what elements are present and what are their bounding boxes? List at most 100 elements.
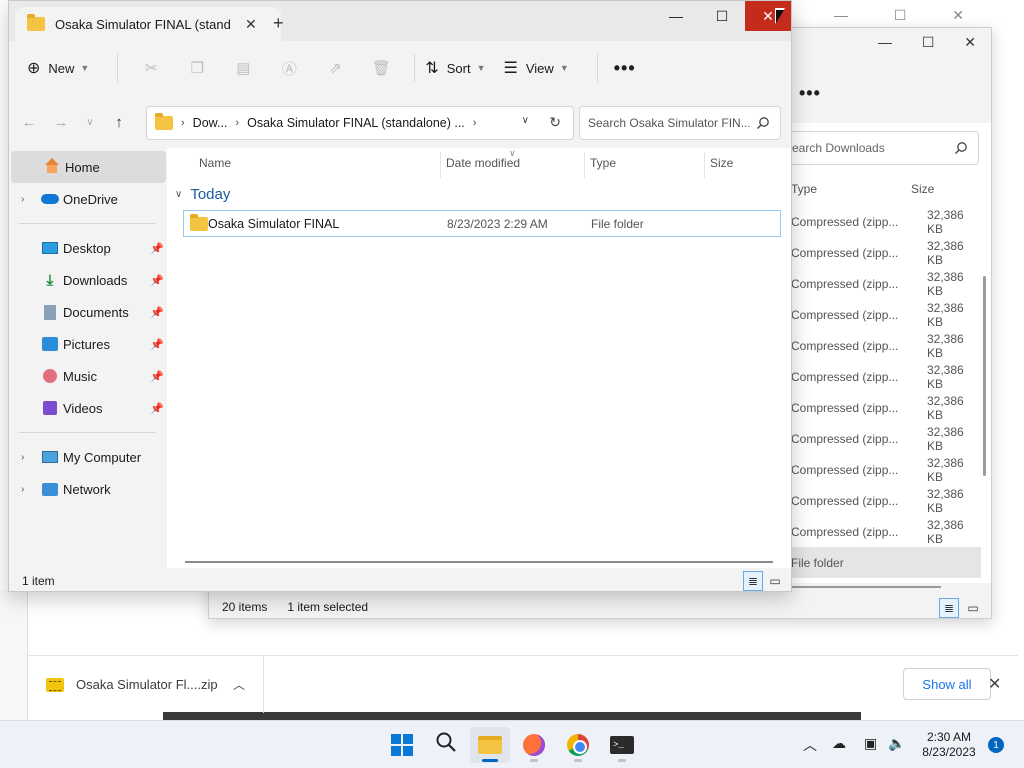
download-item[interactable]: Osaka Simulator Fl....zip ︿ <box>28 656 264 713</box>
volume-icon[interactable]: 🔈 <box>888 735 905 752</box>
taskbar-firefox[interactable] <box>514 727 554 763</box>
minimize-icon[interactable]: — <box>878 34 892 50</box>
close-shelf-icon[interactable]: ✕ <box>988 674 1001 694</box>
column-header-size[interactable]: Size <box>710 156 733 170</box>
table-row[interactable]: Compressed (zipp... 32,386 KB <box>791 361 981 392</box>
downloads-rows: Compressed (zipp... 32,386 KB Compressed … <box>791 206 981 578</box>
maximize-button[interactable]: ☐ <box>699 1 745 31</box>
more-options-button[interactable]: ••• <box>614 58 636 79</box>
tiles-view-icon[interactable]: ▭ <box>963 598 983 618</box>
column-header-date-modified[interactable]: Date modified <box>446 156 520 170</box>
table-row-selected[interactable]: File folder <box>791 547 981 578</box>
table-row[interactable]: Compressed (zipp... 32,386 KB <box>791 268 981 299</box>
breadcrumb-current[interactable]: Osaka Simulator FINAL (standalone) ... <box>247 116 465 130</box>
address-bar[interactable]: › Dow... › Osaka Simulator FINAL (standa… <box>146 106 574 140</box>
search-icon <box>756 116 770 133</box>
file-type: File folder <box>591 216 644 231</box>
table-row[interactable]: Compressed (zipp... 32,386 KB <box>791 299 981 330</box>
paste-icon[interactable]: ▤ <box>232 57 254 79</box>
downloads-search-input[interactable]: earch Downloads <box>783 131 979 165</box>
show-hidden-icons-chevron-icon[interactable]: ︿ <box>803 735 817 755</box>
view-button[interactable]: ☰ View ▼ <box>504 58 569 78</box>
chevron-up-icon[interactable]: ︿ <box>233 676 245 693</box>
sidebar-item-label: Network <box>63 481 111 497</box>
sidebar-item-home[interactable]: Home <box>11 151 166 183</box>
details-view-icon[interactable]: ≣ <box>743 571 763 591</box>
table-row[interactable]: Compressed (zipp... 32,386 KB <box>791 516 981 547</box>
delete-icon[interactable]: 🗑 <box>370 57 392 79</box>
sidebar-item-downloads[interactable]: ⤓ Downloads 📌 <box>9 264 166 296</box>
table-row[interactable]: Compressed (zipp... 32,386 KB <box>791 237 981 268</box>
sidebar-item-label: Documents <box>63 304 129 320</box>
start-button[interactable] <box>382 727 422 763</box>
column-divider[interactable] <box>584 152 585 178</box>
share-icon[interactable]: ⇗ <box>324 57 346 79</box>
table-row[interactable]: Compressed (zipp... 32,386 KB <box>791 392 981 423</box>
more-options-icon[interactable]: ••• <box>799 83 821 104</box>
horizontal-scrollbar[interactable] <box>769 586 941 588</box>
breadcrumb-downloads[interactable]: Dow... <box>193 116 228 130</box>
refresh-icon[interactable]: ↻ <box>549 114 561 131</box>
close-icon[interactable]: ✕ <box>964 34 976 51</box>
browser-close-icon[interactable]: ✕ <box>952 7 964 24</box>
new-tab-button[interactable]: + <box>273 13 284 34</box>
search-input[interactable]: Search Osaka Simulator FIN... <box>579 106 781 140</box>
sidebar-item-videos[interactable]: Videos 📌 <box>9 392 166 424</box>
clock[interactable]: 2:30 AM 8/23/2023 <box>920 730 978 760</box>
column-divider[interactable] <box>704 152 705 178</box>
back-arrow-icon[interactable]: ← <box>13 114 45 131</box>
sidebar-item-pictures[interactable]: Pictures 📌 <box>9 328 166 360</box>
address-dropdown-icon[interactable]: ∨ <box>522 115 529 126</box>
table-row[interactable]: Compressed (zipp... 32,386 KB <box>791 423 981 454</box>
taskbar-chrome[interactable] <box>558 727 598 763</box>
column-header-type[interactable]: Type <box>590 156 616 170</box>
table-row[interactable]: Compressed (zipp... 32,386 KB <box>791 206 981 237</box>
notification-badge[interactable]: 1 <box>988 737 1004 753</box>
explorer-window[interactable]: Osaka Simulator FINAL (stand ✕ + — ☐ ✕ ⊕… <box>8 0 792 592</box>
taskbar-terminal[interactable]: >_ <box>602 727 642 763</box>
browser-minimize-icon[interactable]: — <box>834 7 848 23</box>
details-view-icon[interactable]: ≣ <box>939 598 959 618</box>
table-row[interactable]: Compressed (zipp... 32,386 KB <box>791 485 981 516</box>
group-header-today[interactable]: ∨ Today <box>175 186 230 203</box>
maximize-icon[interactable]: ☐ <box>922 34 935 51</box>
sidebar-item-documents[interactable]: Documents 📌 <box>9 296 166 328</box>
taskbar-file-explorer[interactable] <box>470 727 510 763</box>
column-header-name[interactable]: Name <box>199 156 231 170</box>
taskbar-search-button[interactable] <box>426 727 466 763</box>
cut-icon[interactable]: ✂ <box>140 57 162 79</box>
network-status-icon[interactable]: ▣ <box>864 735 877 752</box>
sidebar-item-my-computer[interactable]: › My Computer <box>9 441 166 473</box>
column-divider[interactable] <box>440 152 441 178</box>
new-button[interactable]: ⊕ New ▼ <box>27 58 89 78</box>
chevron-right-icon[interactable]: › <box>21 484 24 495</box>
horizontal-scrollbar[interactable] <box>185 561 773 563</box>
cloud-offline-icon[interactable]: ☁ <box>832 735 846 752</box>
table-row[interactable]: Compressed (zipp... 32,386 KB <box>791 330 981 361</box>
show-all-button[interactable]: Show all <box>903 668 991 700</box>
sidebar-item-desktop[interactable]: Desktop 📌 <box>9 232 166 264</box>
recent-locations-icon[interactable]: ∨ <box>77 117 103 128</box>
chevron-right-icon[interactable]: › <box>21 452 24 463</box>
forward-arrow-icon[interactable]: → <box>45 114 77 131</box>
copy-icon[interactable]: ❐ <box>186 57 208 79</box>
minimize-button[interactable]: — <box>653 1 699 31</box>
tiles-view-icon[interactable]: ▭ <box>765 571 785 591</box>
vertical-scrollbar[interactable] <box>983 276 986 476</box>
sort-button[interactable]: ⇅ Sort ▼ <box>425 58 485 78</box>
table-row[interactable]: Compressed (zipp... 32,386 KB <box>791 454 981 485</box>
column-header-type[interactable]: Type <box>791 182 817 196</box>
sidebar-item-onedrive[interactable]: › OneDrive <box>9 183 166 215</box>
close-tab-icon[interactable]: ✕ <box>245 16 257 33</box>
sidebar-item-music[interactable]: Music 📌 <box>9 360 166 392</box>
column-header-size[interactable]: Size <box>911 182 934 196</box>
chevron-right-icon[interactable]: › <box>21 194 24 205</box>
rename-icon[interactable]: Ⓐ <box>278 57 300 79</box>
pin-icon: 📌 <box>150 274 164 287</box>
sidebar-divider <box>19 223 156 224</box>
tab-active[interactable]: Osaka Simulator FINAL (stand ✕ <box>15 7 281 41</box>
up-arrow-icon[interactable]: ↑ <box>103 114 135 131</box>
browser-maximize-icon[interactable]: ☐ <box>894 7 907 24</box>
sidebar-item-network[interactable]: › Network <box>9 473 166 505</box>
file-row-selected[interactable]: Osaka Simulator FINAL 8/23/2023 2:29 AM … <box>183 210 781 237</box>
